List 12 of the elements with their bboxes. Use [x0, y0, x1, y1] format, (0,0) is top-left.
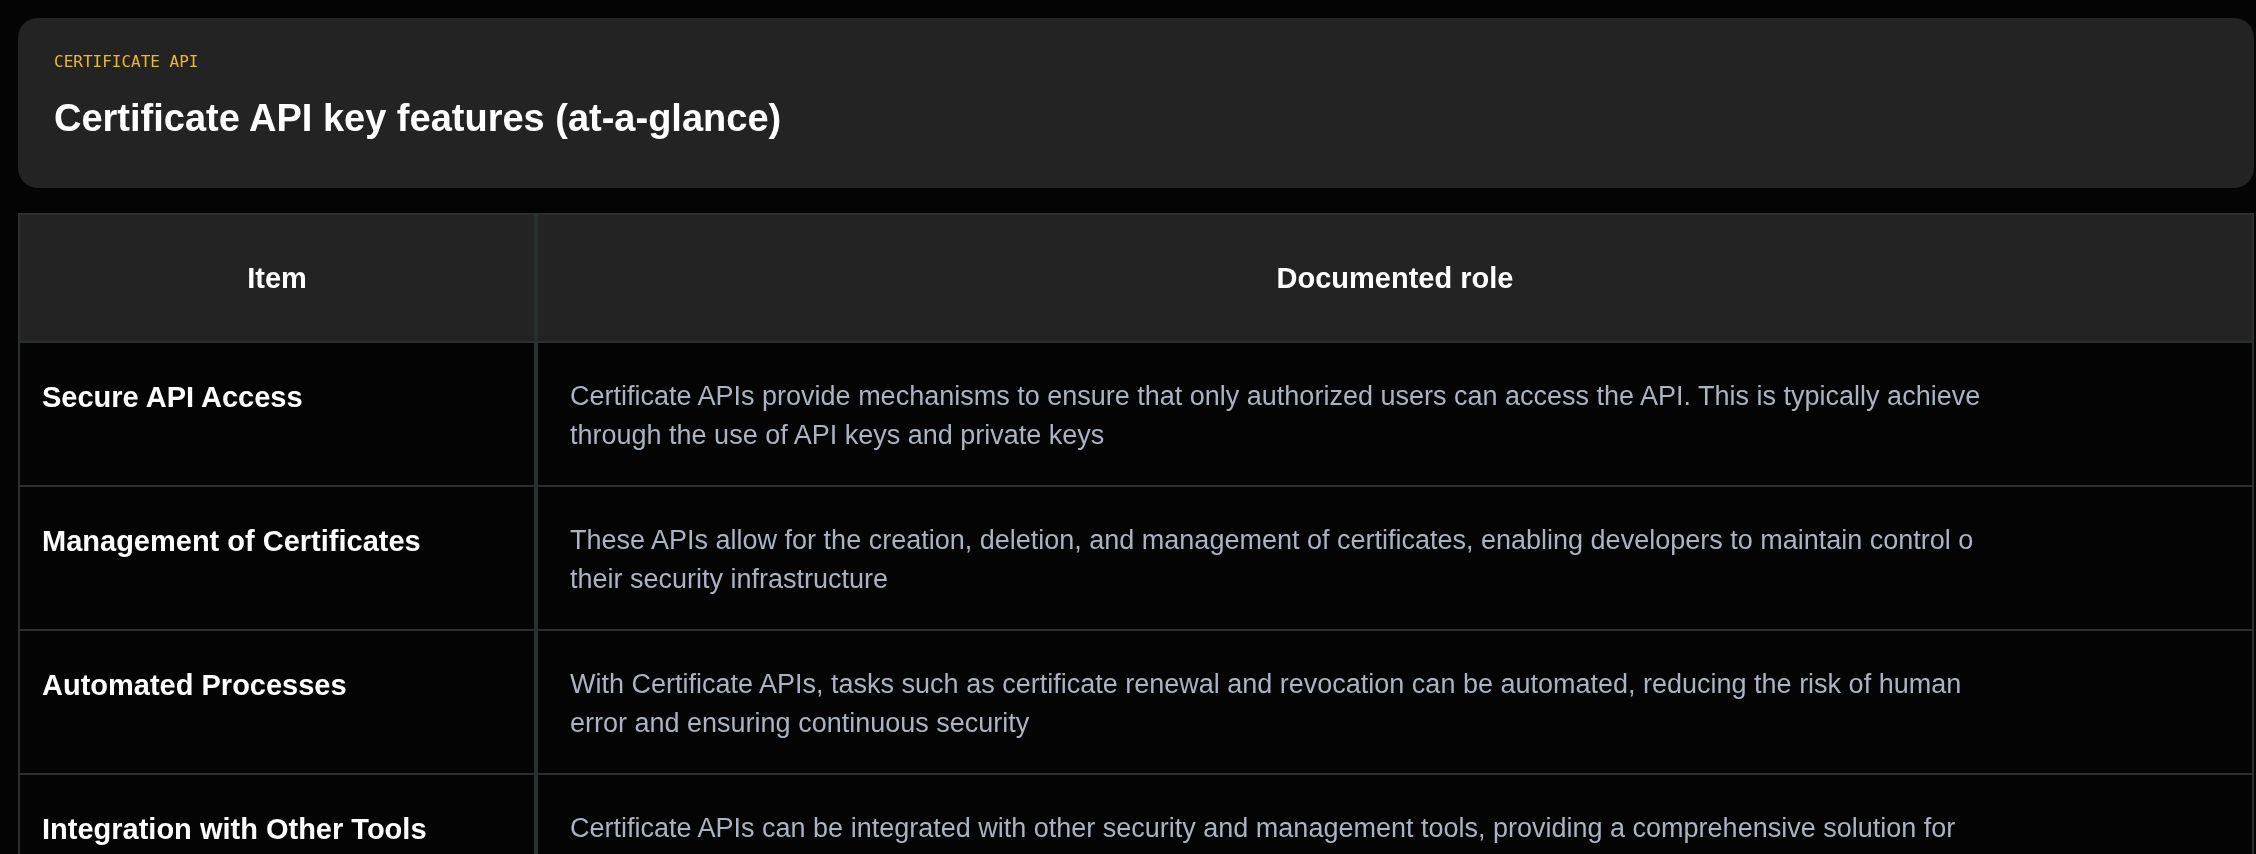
- table-cell: Automated Processes: [20, 631, 538, 773]
- column-header: Documented role: [1275, 260, 1515, 296]
- table-cell-text: These APIs allow for the creation, deletion, and management of certificates, enabling developers to maintain control o their security infrastructure: [569, 524, 1975, 596]
- table-cell: Management of Certificates: [20, 487, 538, 629]
- page-title: Certificate API key features (at-a-glance): [54, 96, 783, 141]
- table-cell: Integration with Other Tools: [20, 775, 538, 854]
- table-cell-text: With Certificate APIs, tasks such as certificate renewal and revocation can be automated, reducing the risk of human error and ensuring continuous security: [569, 668, 1963, 740]
- section-label: CERTIFICATE API: [54, 52, 200, 72]
- column-header: Item: [20, 215, 538, 341]
- table-cell: Secure API Access: [20, 343, 538, 485]
- table-cell-text: Certificate APIs can be integrated with other security and management tools, providing a comprehensive solution for: [569, 812, 1957, 845]
- table-cell-text: Certificate APIs provide mechanisms to ensure that only authorized users can access the API. This is typically achieve through the use of API keys and private keys: [569, 380, 1982, 452]
